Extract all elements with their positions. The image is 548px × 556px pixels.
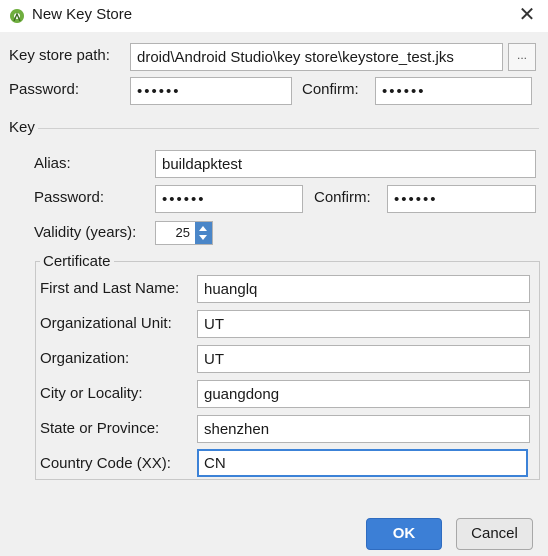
first-last-name-field[interactable]	[197, 275, 530, 303]
keystore-password-field[interactable]	[130, 77, 292, 105]
organizational-unit-field[interactable]	[197, 310, 530, 338]
key-confirm-label: Confirm:	[314, 189, 371, 206]
first-last-name-label: First and Last Name:	[40, 280, 180, 297]
city-locality-field[interactable]	[197, 380, 530, 408]
certificate-section-label: Certificate	[40, 253, 114, 270]
close-icon[interactable]: ✕	[514, 2, 540, 28]
alias-field[interactable]	[155, 150, 536, 178]
key-password-label: Password:	[34, 189, 105, 206]
ok-button[interactable]: OK	[366, 518, 442, 550]
validity-stepper-buttons[interactable]	[195, 222, 212, 244]
validity-value: 25	[175, 225, 190, 240]
key-confirm-field[interactable]	[387, 185, 536, 213]
organization-label: Organization:	[40, 350, 130, 367]
android-studio-icon	[10, 9, 24, 23]
state-province-field[interactable]	[197, 415, 530, 443]
browse-button[interactable]: ...	[508, 43, 536, 71]
country-code-label: Country Code (XX):	[40, 455, 171, 472]
city-locality-label: City or Locality:	[40, 385, 143, 402]
key-section-label: Key	[9, 119, 35, 136]
key-section-divider	[38, 128, 539, 129]
keystore-confirm-field[interactable]	[375, 77, 532, 105]
keystore-confirm-label: Confirm:	[302, 81, 359, 98]
validity-spinner[interactable]: 25	[155, 221, 213, 245]
organizational-unit-label: Organizational Unit:	[40, 315, 172, 332]
state-province-label: State or Province:	[40, 420, 160, 437]
keystore-password-label: Password:	[9, 81, 80, 98]
alias-label: Alias:	[34, 155, 71, 172]
key-password-field[interactable]	[155, 185, 303, 213]
country-code-field[interactable]	[197, 449, 528, 477]
keystore-path-field[interactable]	[130, 43, 503, 71]
spinner-up-icon[interactable]	[199, 226, 207, 231]
validity-label: Validity (years):	[34, 224, 137, 241]
cancel-button[interactable]: Cancel	[456, 518, 533, 550]
organization-field[interactable]	[197, 345, 530, 373]
keystore-path-label: Key store path:	[9, 47, 110, 64]
spinner-down-icon[interactable]	[199, 235, 207, 240]
window-title: New Key Store	[32, 6, 133, 23]
